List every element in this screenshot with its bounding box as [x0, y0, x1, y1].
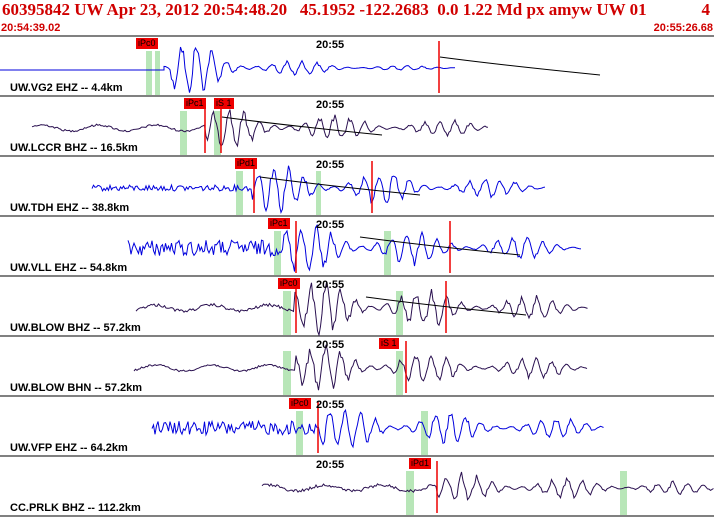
- trace-label: UW.VG2 EHZ -- 4.4km: [10, 82, 123, 94]
- panel-time-label: 20:55: [316, 459, 345, 471]
- trace-label: UW.TDH EHZ -- 38.8km: [10, 202, 130, 214]
- trace-label: UW.VLL EHZ -- 54.8km: [10, 262, 128, 274]
- waveform-trace: [135, 282, 588, 337]
- analysis-window: [155, 51, 160, 95]
- theoretical-arrival-curve: [439, 56, 601, 76]
- analysis-window: [620, 471, 627, 515]
- trace-label: UW.BLOW BHN -- 57.2km: [10, 382, 143, 394]
- analysis-window: [146, 51, 152, 95]
- phase-pick-label[interactable]: iPc0: [289, 398, 311, 409]
- analysis-window: [406, 471, 414, 515]
- waveform-trace: [151, 408, 604, 449]
- phase-pick-label[interactable]: iPc1: [268, 218, 290, 229]
- panel-time-label: 20:55: [316, 159, 345, 171]
- phase-pick-label[interactable]: iS 1: [214, 98, 234, 109]
- analysis-window: [236, 171, 243, 215]
- panel-time-label: 20:55: [316, 279, 345, 291]
- analysis-window: [283, 291, 291, 335]
- panel-time-label: 20:55: [316, 99, 345, 111]
- panel-time-label: 20:55: [316, 219, 345, 231]
- waveform-trace: [133, 344, 588, 391]
- trace-label: UW.BLOW BHZ -- 57.2km: [10, 322, 141, 334]
- analysis-window: [316, 171, 321, 215]
- panel-time-label: 20:55: [316, 39, 345, 51]
- seismogram-plot[interactable]: [0, 0, 714, 518]
- phase-pick-label[interactable]: iPc0: [278, 278, 300, 289]
- waveform-trace: [31, 109, 489, 148]
- trace-label: UW.VFP EHZ -- 64.2km: [10, 442, 128, 454]
- phase-pick-label[interactable]: iS 1: [379, 338, 399, 349]
- trace-label: UW.LCCR BHZ -- 16.5km: [10, 142, 138, 154]
- phase-pick-label[interactable]: iPc0: [136, 38, 158, 49]
- panel-time-label: 20:55: [316, 339, 345, 351]
- trace-label: CC.PRLK BHZ -- 112.2km: [10, 502, 141, 514]
- phase-pick-label[interactable]: iPc1: [184, 98, 206, 109]
- phase-pick-label[interactable]: iPd1: [409, 458, 432, 469]
- analysis-window: [396, 351, 403, 395]
- analysis-window: [296, 411, 303, 455]
- analysis-window: [421, 411, 428, 455]
- panel-time-label: 20:55: [316, 399, 345, 411]
- waveform-trace: [127, 223, 582, 272]
- analysis-window: [180, 111, 187, 155]
- phase-pick-label[interactable]: iPd1: [235, 158, 258, 169]
- waveform-trace: [261, 471, 714, 501]
- analysis-window: [283, 351, 291, 395]
